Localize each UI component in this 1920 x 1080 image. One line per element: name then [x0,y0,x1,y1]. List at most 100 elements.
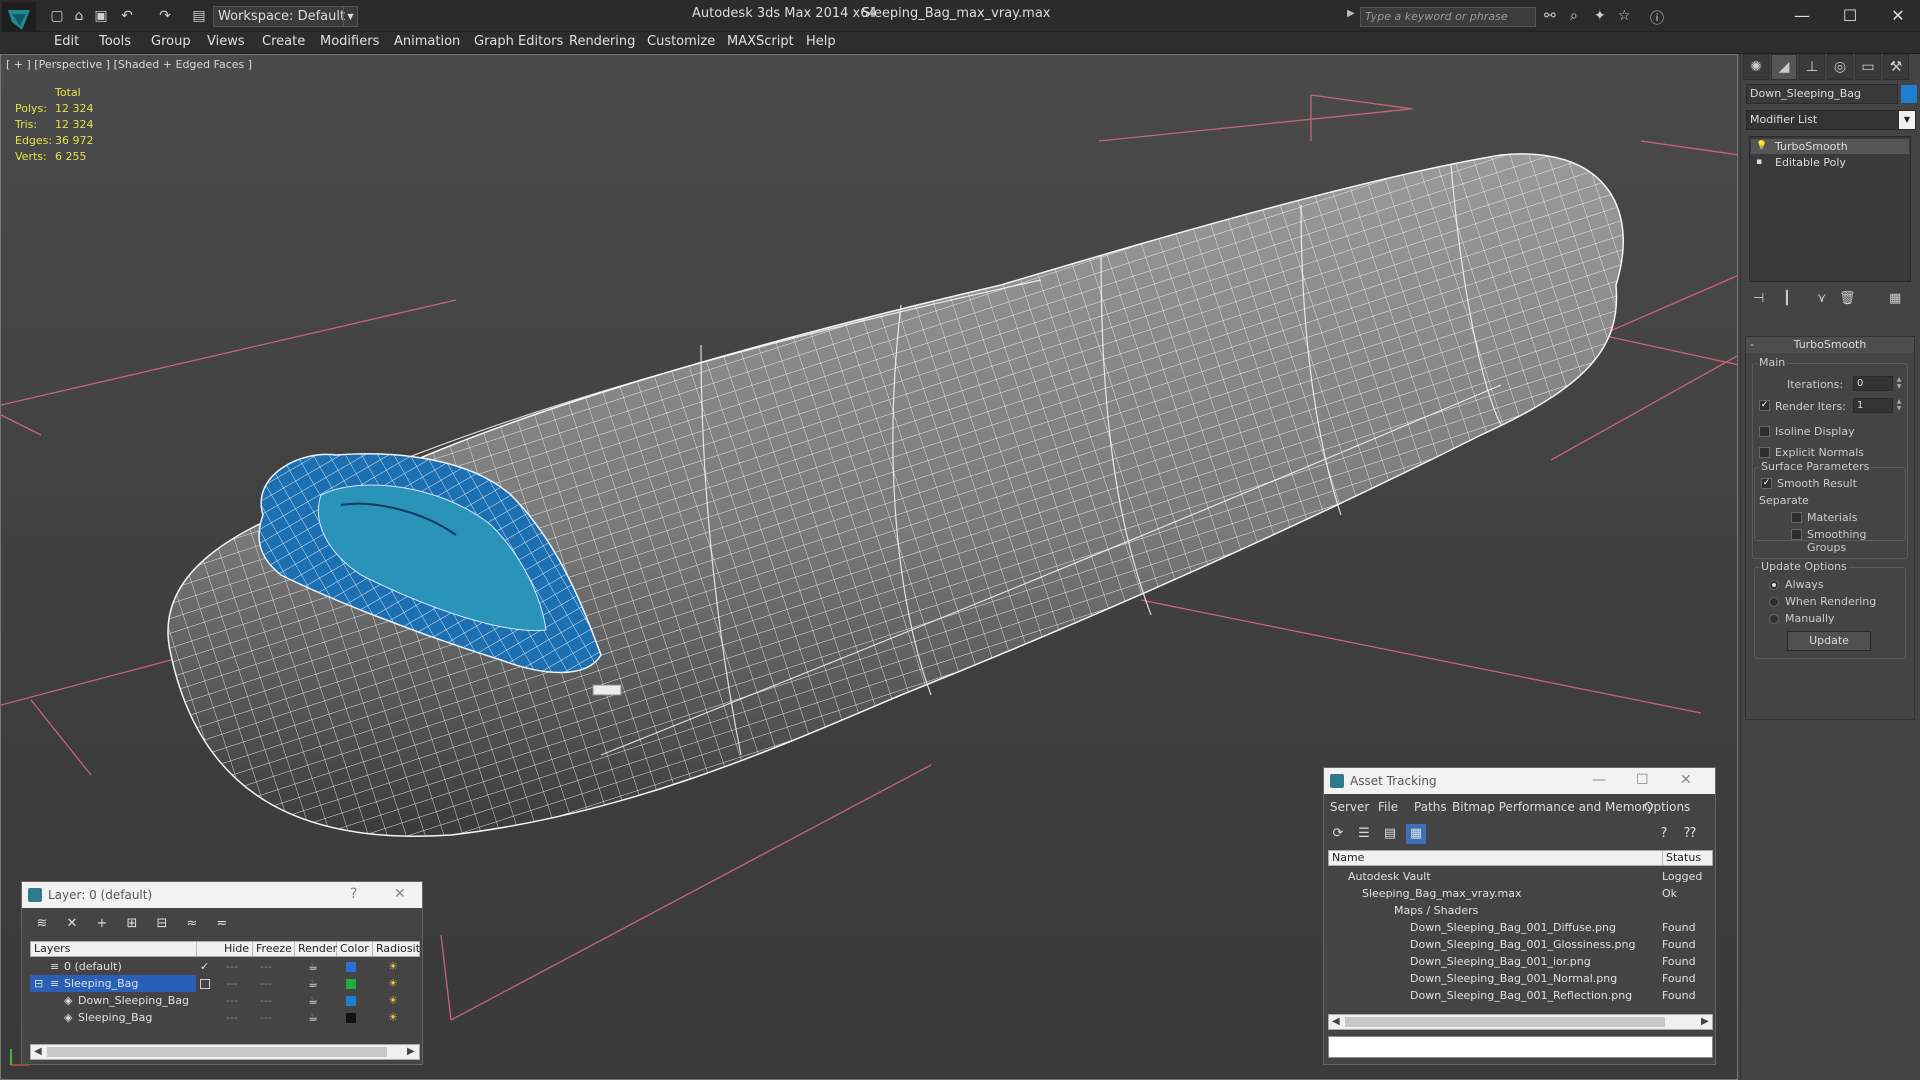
menu-server[interactable]: Server [1330,800,1369,814]
menu-create[interactable]: Create [262,34,305,49]
list-view-icon[interactable]: ☰ [1354,824,1374,844]
menu-customize[interactable]: Customize [647,34,715,49]
spinner-arrows-icon[interactable]: ▲ ▼ [1895,376,1903,391]
scroll-right-icon[interactable]: ▶ [1701,1015,1709,1029]
scroll-left-icon[interactable]: ◀ [1332,1015,1340,1029]
layer-horizontal-scrollbar[interactable]: ◀ ▶ [30,1044,420,1060]
menu-maxscript[interactable]: MAXScript [727,34,794,49]
col-hide[interactable]: Hide [221,942,253,956]
radiosity-icon[interactable]: ☀ [388,958,398,975]
expand-plus-icon[interactable]: ▪ [1756,155,1762,170]
layer-settings-icon[interactable]: ≋ [32,914,52,934]
render-iters-spinner[interactable]: 1 [1853,398,1893,413]
show-end-result-icon[interactable]: ┃ [1783,291,1791,306]
menu-graph-editors[interactable]: Graph Editors [474,34,563,49]
project-folder-icon[interactable]: ▤ [190,7,208,25]
freeze-toggle[interactable]: --- [260,992,272,1009]
layer-manager-titlebar[interactable]: Layer: 0 (default) ? ✕ [22,882,422,908]
help-icon[interactable]: ⓘ [1650,8,1664,28]
smooth-result-checkbox[interactable]: ✓ [1761,478,1772,489]
vault-help-icon[interactable]: ? [1654,824,1674,844]
help-icon[interactable]: ? [350,886,357,902]
create-tab-icon[interactable]: ✺ [1743,54,1769,80]
motion-tab-icon[interactable]: ◎ [1827,54,1853,80]
open-file-icon[interactable]: ⌂ [70,7,88,25]
layer-row[interactable]: ⊟ ≡ Sleeping_Bag --- --- ☕ ☀ [30,975,420,992]
asset-tracking-titlebar[interactable]: Asset Tracking — ☐ ✕ [1324,768,1715,794]
layer-object-row[interactable]: ◈ Sleeping_Bag --- --- ☕ ☀ [30,1009,420,1026]
search-input[interactable]: Type a keyword or phrase [1360,7,1536,27]
menu-modifiers[interactable]: Modifiers [320,34,379,49]
col-render[interactable]: Render [295,942,337,956]
col-freeze[interactable]: Freeze [253,942,295,956]
hide-toggle[interactable]: --- [226,992,238,1009]
asset-path-field[interactable] [1328,1036,1713,1058]
sleeping-bag-mesh[interactable] [167,153,1624,837]
radiosity-icon[interactable]: ☀ [388,975,398,992]
asset-row[interactable]: Down_Sleeping_Bag_001_Glossiness.png Foun… [1410,936,1713,953]
favorites-star-icon[interactable]: ☆ [1618,8,1631,24]
binoculars-icon[interactable]: ⚯ [1544,8,1556,24]
scroll-thumb[interactable] [1345,1017,1665,1027]
hide-all-layers-icon[interactable]: ≈ [182,914,202,934]
redo-icon[interactable]: ↷ [156,7,174,25]
col-layers[interactable]: Layers [31,942,197,956]
save-file-icon[interactable]: ▣ [92,7,110,25]
collapse-minus-icon[interactable]: ⊟ [34,975,43,992]
minimize-icon[interactable]: — [1592,772,1606,788]
col-radiosity[interactable]: Radiosit [373,942,420,956]
hide-toggle[interactable]: --- [226,1009,238,1026]
subscription-icon[interactable]: ✦ [1594,8,1606,24]
update-always-radio[interactable] [1769,580,1779,590]
scroll-left-icon[interactable]: ◀ [34,1045,42,1059]
isoline-display-checkbox[interactable] [1759,426,1770,437]
iterations-spinner[interactable]: 0 [1853,376,1893,391]
undo-icon[interactable]: ↶ [118,7,136,25]
menu-edit[interactable]: Edit [54,34,79,49]
select-layer-objects-icon[interactable]: ⊞ [122,914,142,934]
asset-row[interactable]: Down_Sleeping_Bag_001_Diffuse.png Found [1410,919,1713,936]
new-file-icon[interactable]: ▢ [48,7,66,25]
separate-smoothing-groups-checkbox[interactable] [1791,529,1802,540]
freeze-toggle[interactable]: --- [260,958,272,975]
display-tab-icon[interactable]: ▭ [1855,54,1881,80]
highlight-selected-icon[interactable]: ⊟ [152,914,172,934]
col-name-header[interactable]: Name [1329,851,1663,865]
search-expand-icon[interactable]: ▶ [1347,8,1355,19]
asset-row[interactable]: Autodesk Vault Logged [1348,868,1713,885]
utilities-tab-icon[interactable]: ⚒ [1883,54,1909,80]
layer-row[interactable]: ≡ 0 (default) ✓ --- --- ☕ ☀ [30,958,420,975]
asset-row[interactable]: Sleeping_Bag_max_vray.max Ok [1362,885,1713,902]
radiosity-icon[interactable]: ☀ [388,1009,398,1026]
detail-view-icon[interactable]: ▤ [1380,824,1400,844]
freeze-toggle[interactable]: --- [260,1009,272,1026]
col-color[interactable]: Color [337,942,373,956]
set-active-box[interactable] [200,979,210,989]
render-teapot-icon[interactable]: ☕ [308,992,318,1009]
menu-file[interactable]: File [1378,800,1398,814]
render-teapot-icon[interactable]: ☕ [308,975,318,992]
close-icon[interactable]: ✕ [394,886,406,902]
asset-horizontal-scrollbar[interactable]: ◀ ▶ [1328,1014,1713,1030]
freeze-all-layers-icon[interactable]: ≂ [212,914,232,934]
lightbulb-icon[interactable]: 💡 [1756,139,1767,154]
stack-item-turbosmooth[interactable]: 💡 TurboSmooth [1751,139,1909,154]
asset-row[interactable]: Down_Sleeping_Bag_001_Reflection.png Foun… [1410,987,1713,1004]
close-icon[interactable]: ✕ [1680,772,1692,788]
menu-tools[interactable]: Tools [99,34,131,49]
menu-bitmap-performance[interactable]: Bitmap Performance and Memory [1452,800,1654,814]
delete-layer-icon[interactable]: ✕ [62,914,82,934]
menu-options[interactable]: Options [1644,800,1690,814]
object-color-swatch[interactable] [346,1013,356,1023]
modifier-list-dropdown[interactable]: Modifier List ▼ [1746,110,1916,130]
maximize-button[interactable]: ☐ [1830,4,1870,28]
table-view-icon[interactable]: ▦ [1406,824,1426,844]
layer-object-row[interactable]: ◈ Down_Sleeping_Bag --- --- ☕ ☀ [30,992,420,1009]
separate-materials-checkbox[interactable] [1791,512,1802,523]
update-manually-radio[interactable] [1769,614,1779,624]
explicit-normals-checkbox[interactable] [1759,447,1770,458]
active-layer-check-icon[interactable]: ✓ [200,958,209,975]
asset-row[interactable]: Down_Sleeping_Bag_001_Normal.png Found [1410,970,1713,987]
update-button[interactable]: Update [1787,631,1871,651]
make-unique-icon[interactable]: ⋎ [1817,291,1827,306]
